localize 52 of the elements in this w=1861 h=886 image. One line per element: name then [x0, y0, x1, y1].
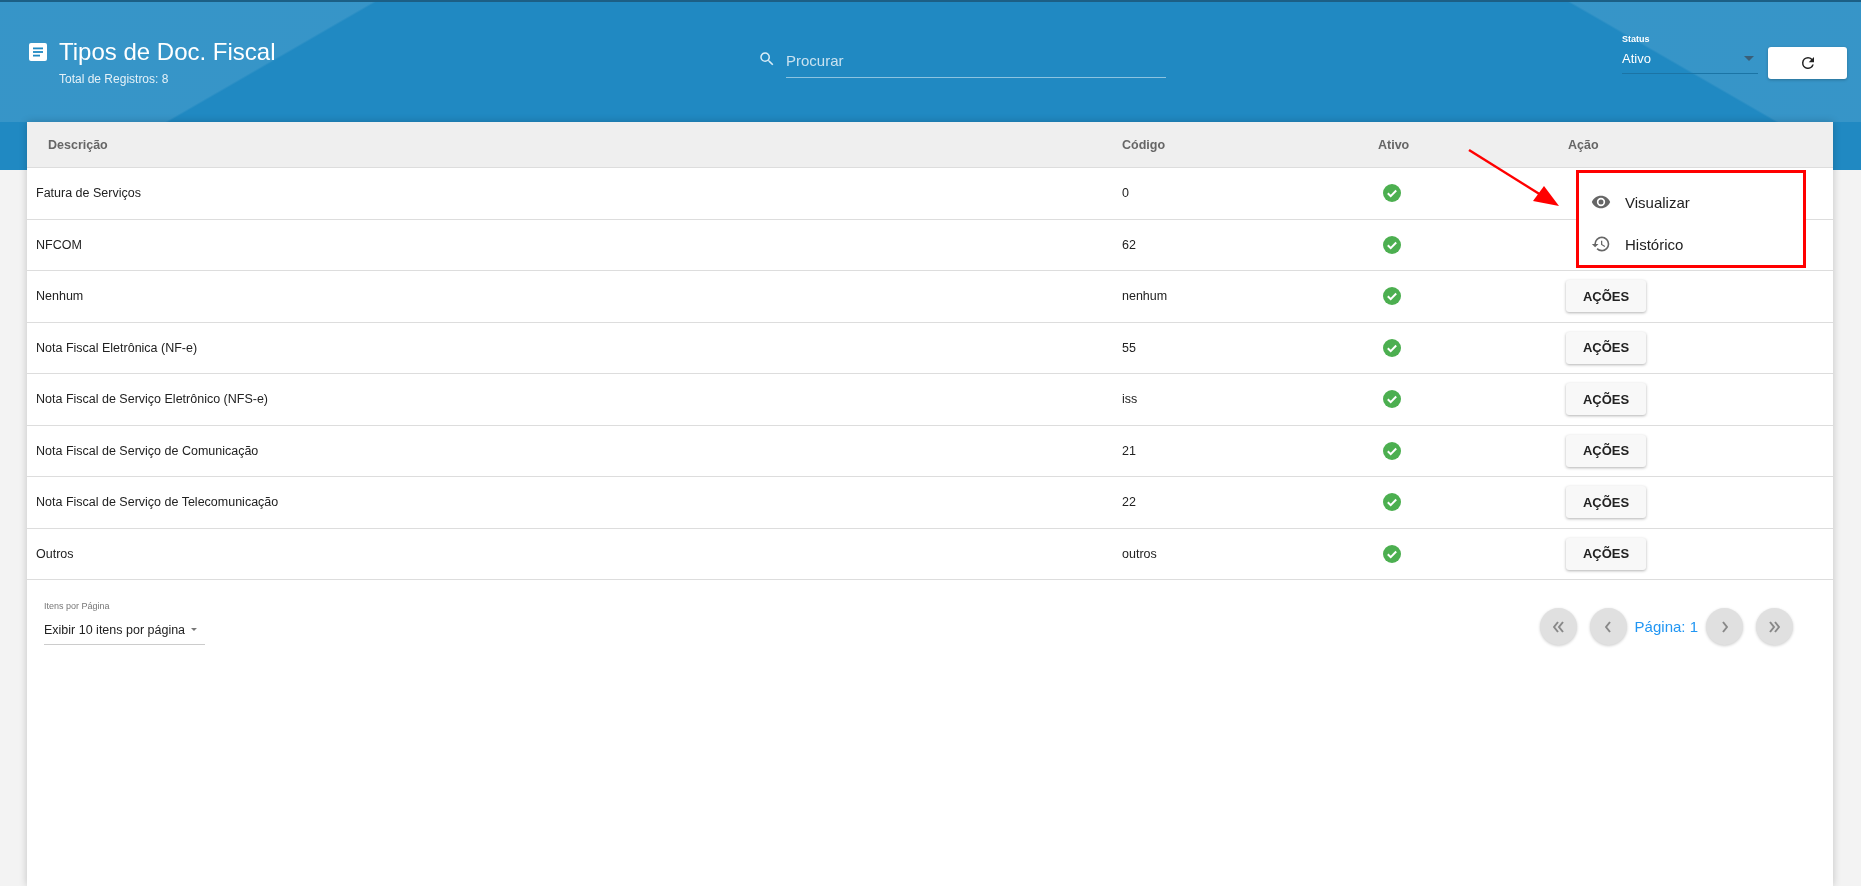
dropdown-value: Ativo: [1622, 51, 1651, 66]
previous-page-button[interactable]: [1589, 608, 1627, 645]
table-cell-text: Nota Fiscal de Serviço Eletrônico (NFS-e): [35, 392, 270, 407]
document-icon: [29, 43, 47, 61]
table-cell-text: Nota Fiscal de Serviço de Telecomunicação: [35, 495, 280, 510]
chevron-icon: [1721, 620, 1728, 633]
table-cell-text: Nota Fiscal de Serviço de Comunicação: [35, 443, 260, 458]
field-label: Itens por Página: [44, 600, 111, 611]
actions-button[interactable]: AÇÕES: [1566, 331, 1646, 364]
page-title: Tipos de Doc. Fiscal: [59, 38, 276, 66]
field-label: Status: [1622, 34, 1651, 44]
menu-item[interactable]: Visualizar: [1579, 181, 1803, 223]
refresh-button[interactable]: [1768, 47, 1847, 79]
page-indicator: Página: 1: [1634, 618, 1698, 635]
table-cell-text: Fatura de Serviços: [35, 186, 142, 201]
caret-icon: [1744, 56, 1754, 61]
table-cell-text: 21: [1121, 443, 1137, 458]
table-cell-text: Nenhum: [35, 289, 85, 304]
double-chevron-icon: [1552, 620, 1564, 633]
last-page-button[interactable]: [1756, 608, 1793, 645]
table-cell-text: iss: [1121, 392, 1139, 407]
table-cell-text: 62: [1121, 237, 1137, 252]
chevron-icon: [1605, 620, 1612, 633]
table-cell-text: NFCOM: [35, 237, 83, 252]
dropdown-value: Exibir 10 itens por página: [44, 622, 186, 637]
table-cell-text: 0: [1121, 186, 1130, 201]
next-page-button[interactable]: [1706, 608, 1743, 645]
table-cell-text: Nota Fiscal Eletrônica (NF-e): [35, 340, 199, 355]
column-header: Ação: [1567, 137, 1600, 152]
column-header: Ativo: [1377, 137, 1411, 152]
table-cell-text: 55: [1121, 340, 1137, 355]
table-cell-text: 22: [1121, 495, 1137, 510]
search-field[interactable]: Procurar: [786, 50, 1166, 78]
history-icon: [1591, 234, 1611, 254]
column-header: Descrição: [47, 137, 109, 152]
actions-button[interactable]: AÇÕES: [1566, 486, 1646, 519]
search-icon: [758, 50, 776, 68]
record-count: Total de Registros: 8: [59, 72, 170, 86]
status-dropdown[interactable]: Ativo: [1622, 44, 1758, 74]
table-cell-text: nenhum: [1121, 289, 1169, 304]
first-page-button[interactable]: [1539, 608, 1577, 645]
table-cell-text: outros: [1121, 546, 1158, 561]
menu-item[interactable]: Histórico: [1579, 223, 1803, 265]
column-header: Código: [1121, 137, 1167, 152]
double-chevron-icon: [1769, 620, 1780, 633]
caret-icon: [191, 627, 197, 632]
actions-button[interactable]: AÇÕES: [1566, 537, 1646, 570]
actions-button[interactable]: AÇÕES: [1566, 383, 1646, 416]
page-size-dropdown[interactable]: Exibir 10 itens por página: [44, 614, 205, 645]
actions-button[interactable]: AÇÕES: [1566, 434, 1646, 467]
actions-button[interactable]: AÇÕES: [1566, 280, 1646, 313]
table-cell-text: Outros: [35, 546, 75, 561]
